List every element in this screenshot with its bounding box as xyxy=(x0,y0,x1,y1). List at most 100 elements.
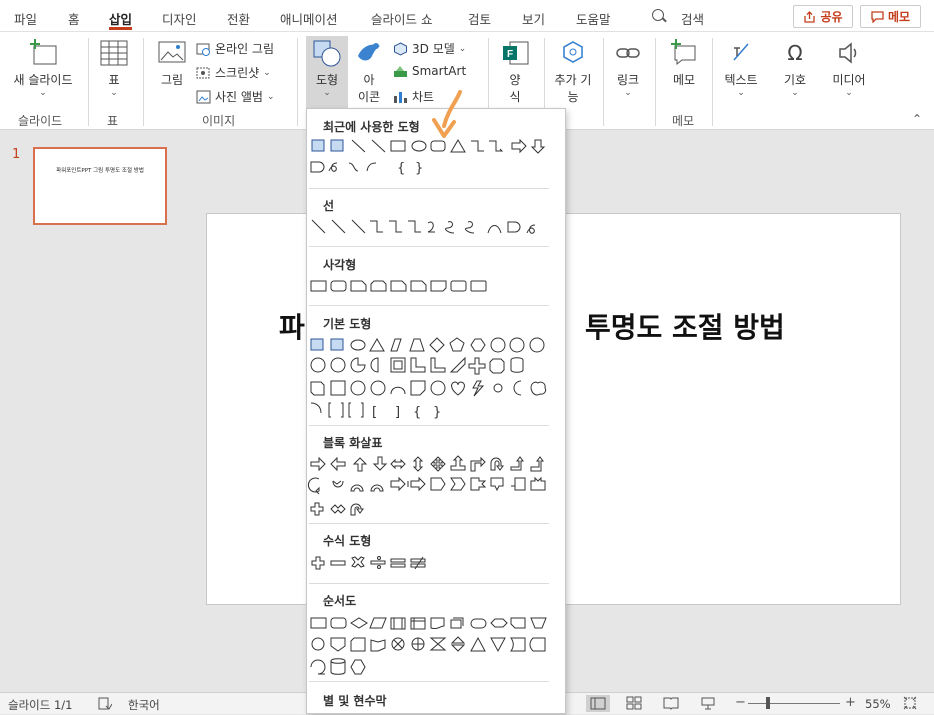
divider xyxy=(309,583,549,584)
basic-shapes-gallery[interactable]: [ ] { } xyxy=(307,336,566,436)
zoom-slider-thumb[interactable] xyxy=(766,697,770,709)
section-equation-shapes: 수식 도형 xyxy=(323,534,372,548)
section-stars-banners: 별 및 현수막 xyxy=(323,694,387,708)
normal-view-button[interactable] xyxy=(586,695,610,712)
media-button[interactable]: 미디어 ⌄ xyxy=(826,38,872,98)
section-flowchart: 순서도 xyxy=(323,594,357,608)
new-slide-button[interactable]: 새 슬라이드 ⌄ xyxy=(8,38,78,98)
slide-thumbnail[interactable]: 파워포인트PPT 그림 투명도 조절 방법 xyxy=(33,147,167,225)
zoom-out-button[interactable]: − xyxy=(735,695,746,710)
tab-view[interactable]: 보기 xyxy=(522,9,545,28)
group-label-slides: 슬라이드 xyxy=(18,114,63,128)
group-label-tables: 표 xyxy=(107,114,119,128)
search-label[interactable]: 검색 xyxy=(681,9,704,28)
chevron-down-icon: ⌄ xyxy=(737,88,745,98)
group-divider xyxy=(655,38,656,126)
comment-icon xyxy=(871,10,884,23)
shapes-gallery-dropdown: 최근에 사용한 도형 {} 선 사각형 기본 도형 [ ] { } 블록 화살표… xyxy=(306,108,566,714)
divider xyxy=(309,425,549,426)
divider xyxy=(309,523,549,524)
zoom-level[interactable]: 55% xyxy=(865,697,891,711)
ribbon-tab-bar: 파일 홈 삽입 디자인 전환 애니메이션 슬라이드 쇼 검토 보기 도움말 검색… xyxy=(0,0,934,32)
cube-icon xyxy=(394,41,407,56)
link-button[interactable]: 링크 ⌄ xyxy=(610,38,646,98)
language-indicator[interactable]: 한국어 xyxy=(128,697,160,713)
chart-icon xyxy=(394,91,407,103)
table-button[interactable]: 표 ⌄ xyxy=(96,38,132,98)
chevron-down-icon: ⌄ xyxy=(845,88,853,98)
svg-text:F: F xyxy=(507,49,513,60)
icons-button[interactable]: 아 이콘 xyxy=(354,38,384,105)
icons-icon xyxy=(358,43,380,61)
section-recent-shapes: 최근에 사용한 도형 xyxy=(323,120,420,134)
share-button[interactable]: 공유 xyxy=(793,5,853,28)
picture-button[interactable]: 그림 xyxy=(154,38,190,88)
chevron-down-icon: ⌄ xyxy=(323,88,331,98)
chevron-down-icon: ⌄ xyxy=(791,88,799,98)
chevron-down-icon: ⌄ xyxy=(263,67,271,78)
group-divider xyxy=(297,38,298,126)
link-icon xyxy=(616,48,640,58)
zoom-slider[interactable] xyxy=(748,703,840,704)
text-label: 텍스트 xyxy=(724,73,758,87)
screenshot-icon xyxy=(196,67,210,78)
slideshow-view-icon[interactable] xyxy=(700,696,716,710)
group-label-comments: 메모 xyxy=(672,114,695,128)
forms-label-2: 식 xyxy=(509,90,521,104)
slide-title-left[interactable]: 파 xyxy=(279,306,305,346)
tab-home[interactable]: 홈 xyxy=(68,9,80,28)
shapes-label: 도형 xyxy=(315,73,339,87)
svg-text:{: { xyxy=(397,161,405,176)
new-slide-icon xyxy=(30,39,57,65)
omega-icon: Ω xyxy=(787,41,802,65)
text-button[interactable]: 텍스트 ⌄ xyxy=(718,38,764,98)
thumbnail-title: 파워포인트PPT 그림 투명도 조절 방법 xyxy=(56,168,144,174)
slide-sorter-icon[interactable] xyxy=(626,696,642,710)
symbols-button[interactable]: Ω 기호 ⌄ xyxy=(776,38,814,98)
group-label-images: 이미지 xyxy=(202,114,236,128)
smartart-label: SmartArt xyxy=(412,64,467,78)
speaker-icon xyxy=(839,42,857,64)
share-icon xyxy=(804,10,816,23)
smartart-button[interactable]: SmartArt xyxy=(393,64,466,78)
slide-title-right[interactable]: 투명도 조절 방법 xyxy=(585,306,785,346)
share-label: 공유 xyxy=(820,10,843,24)
search-icon[interactable] xyxy=(652,9,664,21)
collapse-ribbon-icon[interactable]: ⌃ xyxy=(912,112,922,126)
reading-view-icon[interactable] xyxy=(663,696,679,710)
forms-label-1: 양 xyxy=(509,73,521,87)
tab-slideshow[interactable]: 슬라이드 쇼 xyxy=(371,9,432,28)
photo-album-label: 사진 앨범 xyxy=(215,90,263,104)
accessibility-icon[interactable] xyxy=(98,697,112,710)
new-comment-button[interactable]: 메모 xyxy=(664,38,704,88)
table-icon xyxy=(100,40,128,66)
3d-model-button[interactable]: 3D 모델 ⌄ xyxy=(393,40,466,57)
comments-button[interactable]: 메모 xyxy=(860,5,921,28)
svg-text:{: { xyxy=(413,405,421,420)
3d-model-label: 3D 모델 xyxy=(412,42,455,56)
tab-animations[interactable]: 애니메이션 xyxy=(280,9,338,28)
shapes-button[interactable]: 도형 ⌄ xyxy=(306,38,348,98)
tab-insert[interactable]: 삽입 xyxy=(109,9,133,30)
fit-to-window-icon[interactable] xyxy=(903,696,917,710)
chevron-down-icon: ⌄ xyxy=(110,88,118,98)
chevron-down-icon: ⌄ xyxy=(266,91,275,102)
icons-label-2: 이콘 xyxy=(357,90,381,104)
screenshot-button[interactable]: 스크린샷 ⌄ xyxy=(196,64,271,81)
tab-transitions[interactable]: 전환 xyxy=(227,9,250,28)
icons-label-1: 아 xyxy=(363,73,375,87)
screenshot-label: 스크린샷 xyxy=(215,66,260,80)
symbols-label: 기호 xyxy=(783,73,807,87)
tab-design[interactable]: 디자인 xyxy=(162,9,197,28)
tab-review[interactable]: 검토 xyxy=(468,9,491,28)
chevron-down-icon: ⌄ xyxy=(624,88,632,98)
zoom-in-button[interactable]: + xyxy=(845,695,856,710)
online-picture-button[interactable]: 온라인 그림 xyxy=(196,40,274,57)
section-block-arrows: 블록 화살표 xyxy=(323,436,383,450)
photo-album-button[interactable]: 사진 앨범 ⌄ xyxy=(196,88,275,105)
forms-button[interactable]: F 양 식 xyxy=(497,38,533,105)
tab-help[interactable]: 도움말 xyxy=(576,9,611,28)
svg-text:]: ] xyxy=(395,405,400,420)
tab-file[interactable]: 파일 xyxy=(14,9,37,28)
addins-button[interactable]: 추가 기 능 xyxy=(550,38,596,105)
